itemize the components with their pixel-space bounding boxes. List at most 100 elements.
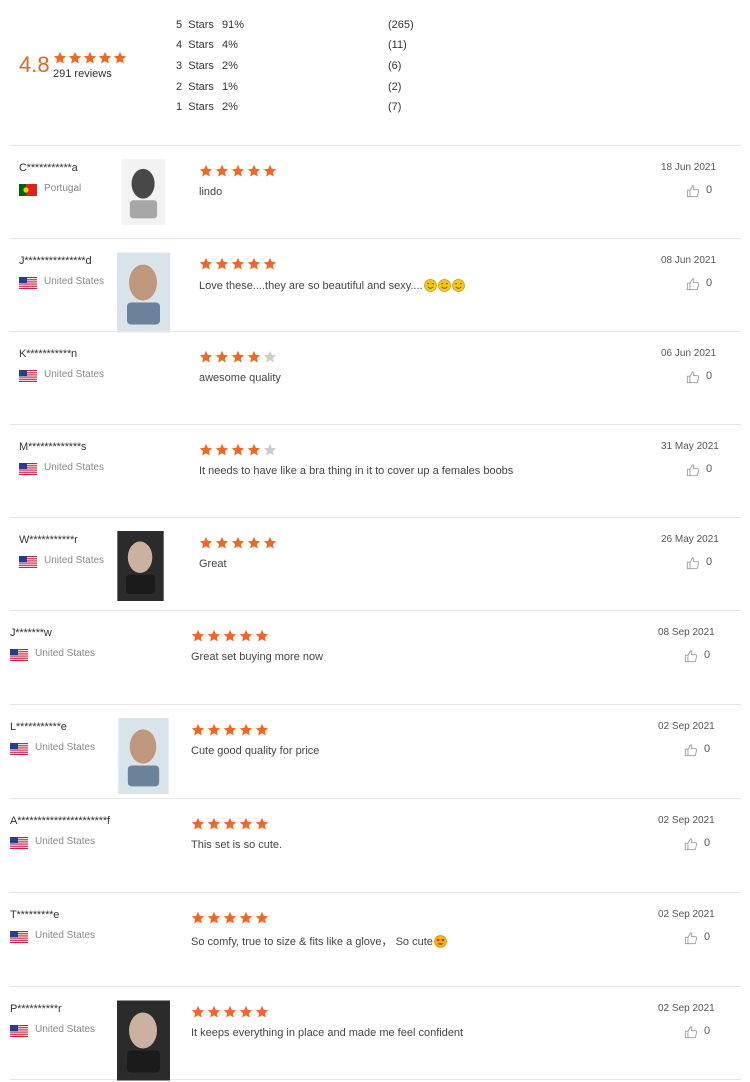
like-count: 0 bbox=[706, 463, 713, 475]
us-flag-icon bbox=[19, 370, 37, 382]
review-text: Love these....they are so beautiful and … bbox=[199, 279, 465, 292]
star-icon bbox=[247, 257, 261, 270]
review-photo[interactable] bbox=[117, 159, 170, 225]
distribution-percent: 91% bbox=[222, 19, 245, 31]
review-stars bbox=[199, 257, 277, 271]
review-stars bbox=[191, 629, 269, 643]
reviewer-name: P**********r bbox=[10, 1003, 62, 1015]
distribution-row[interactable]: 5 Stars 91% (265) bbox=[176, 19, 436, 33]
review-item: K***********n United States awesome qualit… bbox=[10, 331, 741, 424]
star-icon bbox=[191, 911, 205, 924]
distribution-count: (6) bbox=[388, 60, 402, 72]
rating-summary: 4.8 291 reviews 5 Stars 91% (265) 4 Stars 4%… bbox=[0, 0, 750, 145]
star-icon bbox=[215, 536, 229, 549]
distribution-row[interactable]: 3 Stars 2% (6) bbox=[176, 60, 436, 74]
review-text-content: Great bbox=[199, 558, 227, 570]
thumbs-up-icon[interactable] bbox=[684, 931, 698, 945]
review-photo[interactable] bbox=[117, 718, 170, 794]
star-icon bbox=[199, 257, 213, 270]
review-item: M*************s United States It needs to … bbox=[10, 424, 741, 517]
review-text-content: lindo bbox=[199, 186, 223, 198]
review-text-content: It needs to have like a bra thing in it … bbox=[199, 465, 514, 477]
distribution-percent: 2% bbox=[222, 60, 238, 72]
us-flag-icon bbox=[10, 931, 28, 943]
thumbs-up-icon[interactable] bbox=[686, 184, 700, 198]
us-flag-icon bbox=[10, 743, 28, 755]
like-count: 0 bbox=[706, 556, 713, 568]
star-icon bbox=[207, 723, 221, 736]
empty-star-icon bbox=[263, 443, 277, 456]
review-text: Great set buying more now bbox=[191, 651, 323, 663]
distribution-row[interactable]: 2 Stars 1% (2) bbox=[176, 81, 436, 95]
thumbs-up-icon[interactable] bbox=[684, 1025, 698, 1039]
star-icon bbox=[191, 629, 205, 642]
us-flag-icon bbox=[19, 463, 37, 475]
star-icon bbox=[207, 629, 221, 642]
average-rating: 4.8 bbox=[19, 52, 50, 77]
star-icon bbox=[207, 911, 221, 924]
review-stars bbox=[191, 911, 269, 925]
distribution-row[interactable]: 4 Stars 4% (11) bbox=[176, 39, 436, 53]
review-stars bbox=[199, 536, 277, 550]
distribution-label: 3 Stars bbox=[176, 60, 214, 72]
star-icon bbox=[263, 257, 277, 270]
review-photo[interactable] bbox=[117, 252, 170, 333]
star-icon bbox=[191, 1005, 205, 1018]
star-icon bbox=[247, 164, 261, 177]
review-text-content: Great set buying more now bbox=[191, 651, 324, 663]
thumbs-up-icon[interactable] bbox=[684, 837, 698, 851]
review-text-content: So comfy, true to size & fits like a glo… bbox=[191, 936, 433, 948]
star-icon bbox=[263, 536, 277, 549]
star-icon bbox=[239, 629, 253, 642]
distribution-percent: 1% bbox=[222, 81, 238, 93]
review-text-content: awesome quality bbox=[199, 372, 281, 384]
star-icon bbox=[231, 350, 245, 363]
review-stars bbox=[191, 1005, 269, 1019]
star-icon bbox=[247, 536, 261, 549]
star-icon bbox=[255, 1005, 269, 1018]
thumbs-up-icon[interactable] bbox=[686, 277, 700, 291]
thumbs-up-icon[interactable] bbox=[684, 743, 698, 757]
star-icon bbox=[231, 536, 245, 549]
thumbs-up-icon[interactable] bbox=[686, 556, 700, 570]
review-date: 02 Sep 2021 bbox=[658, 1003, 715, 1014]
star-icon bbox=[98, 51, 112, 64]
like-count: 0 bbox=[704, 837, 711, 849]
reviewer-name: M*************s bbox=[19, 441, 87, 453]
star-icon bbox=[231, 164, 245, 177]
star-icon bbox=[207, 1005, 221, 1018]
review-text-content: This set is so cute. bbox=[191, 839, 283, 851]
star-icon bbox=[263, 164, 277, 177]
like-count: 0 bbox=[704, 649, 711, 661]
review-item: P**********r United States It keeps everyt… bbox=[10, 986, 741, 1081]
star-icon bbox=[199, 164, 213, 177]
heart-eyes-emoji bbox=[434, 935, 447, 948]
thumbs-up-icon[interactable] bbox=[686, 370, 700, 384]
review-stars bbox=[191, 723, 269, 737]
us-flag-icon bbox=[19, 556, 37, 568]
thumbs-up-icon[interactable] bbox=[684, 649, 698, 663]
distribution-label: 2 Stars bbox=[176, 81, 214, 93]
distribution-row[interactable]: 1 Stars 2% (7) bbox=[176, 101, 436, 115]
star-icon bbox=[215, 443, 229, 456]
star-icon bbox=[113, 51, 127, 64]
reviewer-name: J*******w bbox=[10, 627, 52, 639]
empty-star-icon bbox=[263, 350, 277, 363]
us-flag-icon bbox=[10, 837, 28, 849]
review-date: 18 Jun 2021 bbox=[661, 162, 717, 173]
reviewer-name: C***********a bbox=[19, 162, 78, 174]
star-icon bbox=[53, 51, 67, 64]
star-icon bbox=[239, 817, 253, 830]
review-photo[interactable] bbox=[114, 531, 167, 601]
review-stars bbox=[199, 164, 277, 178]
review-text: So comfy, true to size & fits like a glo… bbox=[191, 933, 447, 949]
like-count: 0 bbox=[706, 277, 713, 289]
thumbs-up-icon[interactable] bbox=[686, 463, 700, 477]
review-date: 26 May 2021 bbox=[661, 534, 719, 545]
star-icon bbox=[255, 629, 269, 642]
review-text-content: Love these....they are so beautiful and … bbox=[199, 280, 423, 292]
review-text-content: Cute good quality for price bbox=[191, 745, 320, 757]
reviewer-country: United States bbox=[44, 555, 105, 566]
us-flag-icon bbox=[10, 1025, 28, 1037]
review-photo[interactable] bbox=[117, 1000, 170, 1081]
